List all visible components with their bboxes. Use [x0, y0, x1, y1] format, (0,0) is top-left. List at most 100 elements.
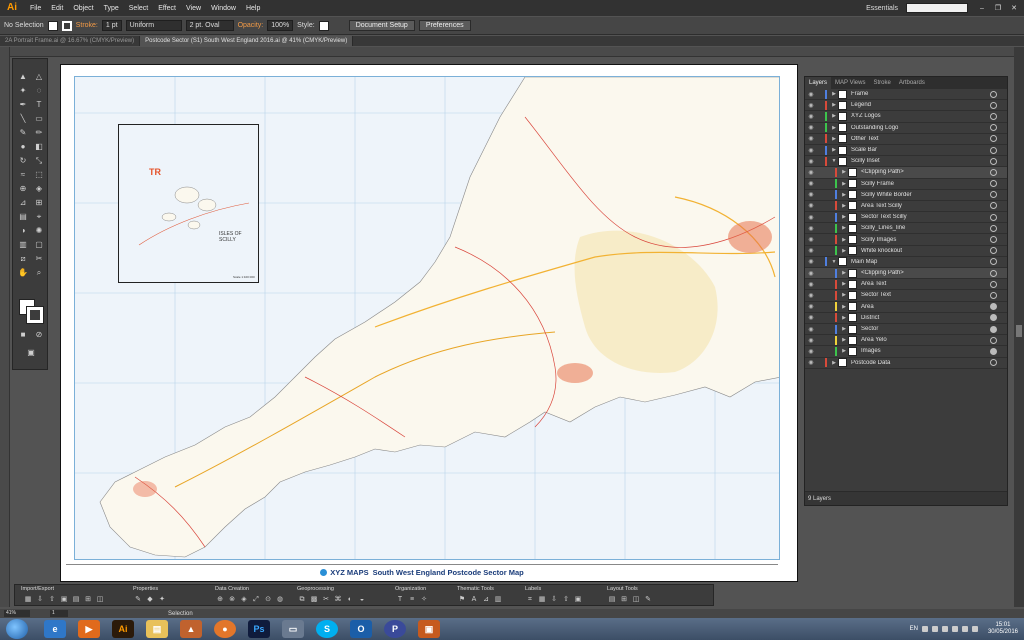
target-icon[interactable] — [990, 135, 997, 143]
layer-row[interactable]: ◉ ▶ Scale Bar — [805, 145, 1007, 157]
gradient-tool-icon[interactable]: ▤ — [16, 211, 30, 223]
layer-row[interactable]: ◉ ▼ Main Map — [805, 257, 1007, 268]
layer-row[interactable]: ◉ ▶ Area Text Scilly — [805, 201, 1007, 213]
expand-right-icon[interactable]: ▶ — [840, 304, 848, 310]
toolbar-tool-icon[interactable]: ⊿ — [481, 595, 491, 604]
brush-definition[interactable]: 2 pt. Oval — [185, 20, 234, 31]
toolbar-tool-icon[interactable]: ◐ — [345, 595, 355, 604]
layer-name[interactable]: <Clipping Path> — [861, 270, 990, 276]
artboard-tool-icon[interactable]: ▢ — [32, 239, 46, 251]
expand-right-icon[interactable]: ▶ — [840, 225, 848, 231]
horizontal-ruler[interactable] — [10, 47, 1014, 57]
layer-row[interactable]: ◉ ▶ Frame — [805, 89, 1007, 101]
toolbar-tool-icon[interactable]: ▦ — [537, 595, 547, 604]
pen-tool-icon[interactable]: ✒ — [16, 99, 30, 111]
screen-mode-icon[interactable]: ▣ — [24, 347, 38, 359]
layer-row[interactable]: ◉ ▶ Area — [805, 302, 1007, 313]
toolbar-tool-icon[interactable]: ⇧ — [47, 595, 57, 604]
target-icon[interactable] — [990, 101, 997, 109]
hand-tool-icon[interactable]: ✋ — [16, 267, 30, 279]
target-icon[interactable] — [990, 90, 997, 98]
direct-selection-tool-icon[interactable]: △ — [32, 71, 46, 83]
scissors-tool-icon[interactable]: ✂ — [32, 253, 46, 265]
visibility-eye-icon[interactable]: ◉ — [805, 303, 817, 310]
visibility-eye-icon[interactable]: ◉ — [805, 292, 817, 299]
toolbar-tool-icon[interactable]: ◈ — [239, 595, 249, 604]
line-tool-icon[interactable]: ╲ — [16, 113, 30, 125]
layer-row[interactable]: ◉ ▶ White knockout — [805, 246, 1007, 257]
shape-builder-tool-icon[interactable]: ⊕ — [16, 183, 30, 195]
none-mode-icon[interactable]: ⊘ — [32, 329, 46, 341]
scilly-inset[interactable]: TR ISLES OF SCILLY Scale 1:100 000 — [118, 124, 259, 283]
menu-help[interactable]: Help — [241, 5, 265, 12]
preferences-button[interactable]: Preferences — [418, 20, 471, 31]
menu-type[interactable]: Type — [99, 5, 124, 12]
pencil-tool-icon[interactable]: ✏ — [32, 127, 46, 139]
toolbar-tool-icon[interactable]: T — [395, 595, 405, 604]
toolbar-tool-icon[interactable]: ▣ — [573, 595, 583, 604]
layer-name[interactable]: District — [861, 315, 990, 321]
tray-icon[interactable] — [921, 626, 928, 632]
layer-row[interactable]: ◉ ▶ District — [805, 313, 1007, 324]
workspace-switcher[interactable]: Essentials — [866, 5, 898, 12]
layer-name[interactable]: XYZ Logos — [851, 113, 990, 119]
toolbar-tool-icon[interactable]: ⌗ — [525, 595, 535, 604]
toolbar-tool-icon[interactable]: ◫ — [95, 595, 105, 604]
expand-right-icon[interactable]: ▶ — [840, 248, 848, 254]
toolbar-tool-icon[interactable]: ▤ — [607, 595, 617, 604]
visibility-eye-icon[interactable]: ◉ — [805, 314, 817, 321]
target-icon[interactable] — [990, 269, 997, 277]
layer-name[interactable]: Scilly Frame — [861, 181, 990, 187]
layer-row[interactable]: ◉ ▶ Images — [805, 346, 1007, 358]
expand-right-icon[interactable]: ▶ — [840, 326, 848, 332]
layer-name[interactable]: Scilly_Lines_line — [861, 225, 990, 231]
layer-name[interactable]: Outstanding Logo — [851, 125, 990, 131]
menu-window[interactable]: Window — [206, 5, 241, 12]
zoom-tool-icon[interactable]: ⌕ — [32, 267, 46, 279]
target-icon[interactable] — [990, 280, 997, 288]
zoom-field[interactable]: 41% — [4, 610, 30, 617]
minimize-button[interactable]: – — [976, 5, 988, 12]
stroke-color-box[interactable] — [26, 306, 44, 324]
layer-name[interactable]: Area — [861, 304, 990, 310]
target-icon[interactable] — [990, 146, 997, 154]
language-indicator[interactable]: EN — [910, 626, 918, 632]
layer-name[interactable]: Area Yelo — [861, 337, 990, 343]
toolbar-tool-icon[interactable]: ⌘ — [333, 595, 343, 604]
internet-explorer-icon[interactable]: e — [44, 620, 66, 638]
toolbar-tool-icon[interactable]: ◍ — [275, 595, 285, 604]
target-icon[interactable] — [990, 213, 997, 221]
visibility-eye-icon[interactable]: ◉ — [805, 113, 817, 120]
layer-name[interactable]: White knockout — [861, 248, 990, 254]
start-button[interactable] — [6, 619, 28, 639]
menu-view[interactable]: View — [181, 5, 206, 12]
expand-right-icon[interactable]: ▶ — [840, 348, 848, 354]
arcgis-icon[interactable]: ▲ — [180, 620, 202, 638]
file-explorer-icon[interactable]: ▤ — [146, 620, 168, 638]
visibility-eye-icon[interactable]: ◉ — [805, 147, 817, 154]
media-player-icon[interactable]: ▶ — [78, 620, 100, 638]
color-mode-icon[interactable]: ■ — [16, 329, 30, 341]
opacity-field[interactable]: 100% — [267, 20, 294, 31]
expand-right-icon[interactable]: ▶ — [840, 315, 848, 321]
tray-icon[interactable] — [971, 626, 978, 632]
close-button[interactable]: ✕ — [1008, 4, 1020, 12]
stroke-label[interactable]: Stroke: — [76, 22, 98, 29]
target-icon[interactable] — [990, 180, 997, 188]
powerpoint-icon[interactable]: ▣ — [418, 620, 440, 638]
layer-row[interactable]: ◉ ▶ Scilly Frame — [805, 179, 1007, 190]
toolbar-tool-icon[interactable]: ⇧ — [561, 595, 571, 604]
stroke-swatch[interactable] — [61, 20, 72, 31]
type-tool-icon[interactable]: T — [32, 99, 46, 111]
toolbar-tool-icon[interactable]: ✂ — [321, 595, 331, 604]
expand-right-icon[interactable]: ▶ — [840, 281, 848, 287]
target-icon[interactable] — [990, 224, 997, 232]
target-icon[interactable] — [990, 124, 997, 132]
help-search-input[interactable] — [906, 3, 968, 13]
selection-tool-icon[interactable]: ▲ — [16, 71, 30, 83]
visibility-eye-icon[interactable]: ◉ — [805, 348, 817, 355]
layer-name[interactable]: Scale Bar — [851, 147, 990, 153]
expand-right-icon[interactable]: ▶ — [830, 136, 838, 142]
document-setup-button[interactable]: Document Setup — [348, 20, 415, 31]
target-icon[interactable] — [990, 168, 997, 176]
